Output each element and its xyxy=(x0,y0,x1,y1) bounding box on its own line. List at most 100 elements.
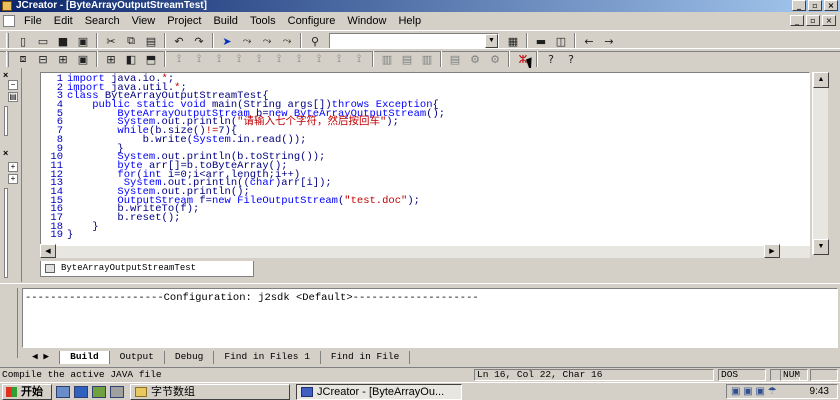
folder-icon xyxy=(135,386,147,397)
code-token: char xyxy=(249,177,275,190)
line-number: 8 xyxy=(56,133,63,146)
compile-icon[interactable]: ▤ xyxy=(397,50,417,68)
doc-minimize-button[interactable]: _ xyxy=(790,15,804,26)
code-editor[interactable]: 1 import java.io. *; 2 import java.util. *; 3 c… xyxy=(40,72,810,255)
tab-build[interactable]: Build xyxy=(60,350,110,364)
code-token: ); xyxy=(386,116,399,129)
code-token: ); xyxy=(407,194,420,207)
tile-v-icon[interactable]: ⊞ xyxy=(53,50,73,68)
line-ending: DOS xyxy=(718,369,766,381)
doc-close-button[interactable]: × xyxy=(822,15,836,26)
menu-window[interactable]: Window xyxy=(341,13,392,30)
close-icon-2[interactable]: × xyxy=(3,148,8,158)
expand-icon-2[interactable]: + xyxy=(8,174,18,184)
scroll-up-icon[interactable]: ▲ xyxy=(813,72,829,88)
file-tree-icon[interactable]: ▤ xyxy=(8,92,18,102)
tile-h-icon[interactable]: ⊟ xyxy=(33,50,53,68)
menu-configure[interactable]: Configure xyxy=(282,13,342,30)
debug-icon[interactable]: ⟟ xyxy=(229,50,249,68)
tab-find-in-files-1[interactable]: Find in Files 1 xyxy=(214,350,321,364)
task-folder[interactable]: 字节数组 xyxy=(130,383,290,400)
tab-output[interactable]: Output xyxy=(110,350,165,364)
menu-view[interactable]: View xyxy=(126,13,162,30)
step-out-icon[interactable]: ⟟ xyxy=(289,50,309,68)
menu-file[interactable]: File xyxy=(18,13,48,30)
code-token: "请输入七个字符，然后按回车" xyxy=(237,116,387,129)
jdk-help-icon[interactable]: ? xyxy=(541,50,561,68)
explorer-icon[interactable] xyxy=(110,385,124,398)
clock[interactable]: 9:43 xyxy=(810,386,829,397)
step-over-icon[interactable]: ⟟ xyxy=(269,50,289,68)
stop-debug-icon[interactable]: ⟟ xyxy=(329,50,349,68)
close-icon[interactable]: × xyxy=(3,70,8,80)
document-icon[interactable] xyxy=(3,15,15,27)
doc-restore-button[interactable]: ▫ xyxy=(806,15,820,26)
project-settings-icon[interactable]: ▤ xyxy=(445,50,465,68)
browser-icon[interactable] xyxy=(56,385,70,398)
output-toggle-icon[interactable]: ⬒ xyxy=(141,50,161,68)
code-token: System xyxy=(193,133,231,146)
code-token: new xyxy=(211,194,231,207)
menu-edit[interactable]: Edit xyxy=(48,13,79,30)
panel-scrollbar[interactable] xyxy=(4,106,8,136)
class-view-icon[interactable]: ⊞ xyxy=(101,50,121,68)
scroll-indicator xyxy=(810,369,838,381)
tools-icon[interactable]: ⚙ xyxy=(485,50,505,68)
expand-icon[interactable]: + xyxy=(8,162,18,172)
scroll-right-icon[interactable]: ▶ xyxy=(764,244,780,258)
menu-build[interactable]: Build xyxy=(207,13,243,30)
editor-hscroll[interactable]: ◀ ▶ xyxy=(40,244,810,258)
run-to-cursor-icon[interactable]: ⟟ xyxy=(309,50,329,68)
menu-tools[interactable]: Tools xyxy=(244,13,282,30)
fullscreen-icon[interactable]: ▣ xyxy=(73,50,93,68)
watch-icon[interactable]: ▥ xyxy=(377,50,397,68)
toolbar-grip-2[interactable] xyxy=(6,51,9,67)
output-grip[interactable] xyxy=(4,288,18,358)
step-into-icon[interactable]: ⟟ xyxy=(249,50,269,68)
tab-debug[interactable]: Debug xyxy=(165,350,215,364)
task-jcreator[interactable]: JCreator - [ByteArrayOu... xyxy=(296,383,462,400)
scroll-left-icon[interactable]: ◀ xyxy=(40,244,56,258)
run-icon[interactable]: ▥ xyxy=(417,50,437,68)
cursor-position: Ln 16, Col 22, Char 16 xyxy=(474,369,714,381)
close-button[interactable]: × xyxy=(824,0,838,11)
tray-icons[interactable]: ▣ ▣ ▣ ☂ xyxy=(731,386,777,397)
maximize-button[interactable]: ▫ xyxy=(808,0,822,11)
scroll-down-icon[interactable]: ▼ xyxy=(813,239,829,255)
panel-scrollbar-2[interactable] xyxy=(4,188,8,278)
line-number: 7 xyxy=(56,125,63,138)
menu-search[interactable]: Search xyxy=(79,13,126,30)
cascade-icon[interactable]: ⧈ xyxy=(13,50,33,68)
code-token: "test.doc" xyxy=(344,194,408,207)
help-icon[interactable]: ? xyxy=(561,50,581,68)
document-tab[interactable]: ByteArrayOutputStreamTest xyxy=(40,261,254,277)
window-title: JCreator - [ByteArrayOutputStreamTest] xyxy=(16,0,207,11)
output-window[interactable]: ----------------------Configuration: j2s… xyxy=(22,288,838,348)
app-icon[interactable] xyxy=(2,1,12,11)
menu-help[interactable]: Help xyxy=(392,13,427,30)
workspace-toggle-icon[interactable]: ◧ xyxy=(121,50,141,68)
output-text: ----------------------Configuration: j2s… xyxy=(25,292,479,304)
collapse-icon[interactable]: − xyxy=(8,80,18,90)
workspace-panel: × − ▤ × + + xyxy=(0,68,22,282)
toolbar-grip[interactable] xyxy=(6,33,9,49)
menu-project[interactable]: Project xyxy=(161,13,207,30)
line-number: 1 xyxy=(56,73,63,85)
chevron-down-icon[interactable]: ▼ xyxy=(485,34,498,48)
minimize-button[interactable]: _ xyxy=(792,0,806,11)
compile-file-icon[interactable]: ⟟ xyxy=(169,50,189,68)
search-combo[interactable]: ▼ xyxy=(329,33,499,49)
compile-project-icon[interactable]: ⟟ xyxy=(189,50,209,68)
tab-nav-prev[interactable]: ◀ ▶ xyxy=(22,350,61,364)
options-icon[interactable]: ⚙ xyxy=(465,50,485,68)
tab-find-in-files-2[interactable]: Find in File xyxy=(321,350,411,364)
breakpoint-icon[interactable]: ⟟ xyxy=(349,50,369,68)
document-tab-label: ByteArrayOutputStreamTest xyxy=(61,263,197,273)
code-line: 19} xyxy=(41,230,809,240)
start-button[interactable]: 开始 xyxy=(2,383,52,400)
editor-vscroll[interactable]: ▲ ▼ xyxy=(812,72,829,255)
execute-icon[interactable]: ⟟ xyxy=(209,50,229,68)
quicklaunch-icon[interactable] xyxy=(92,385,106,398)
status-bar: Compile the active JAVA file Ln 16, Col … xyxy=(0,367,840,381)
desktop-icon[interactable] xyxy=(74,385,88,398)
